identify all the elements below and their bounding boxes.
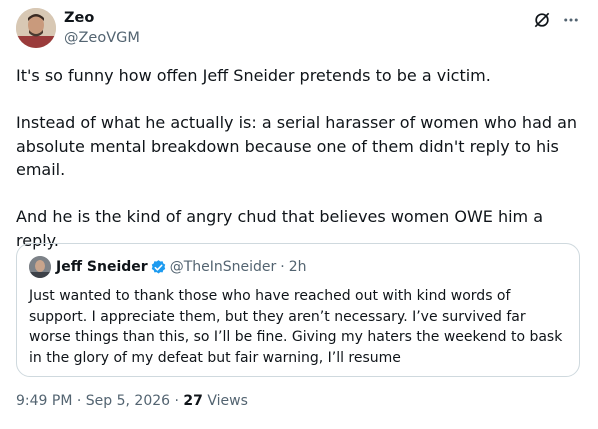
quoted-tweet-text: Just wanted to thank those who have reac… [29, 288, 563, 366]
tweet-text: It's so funny how offen Jeff Sneider pre… [16, 64, 586, 252]
tweet-paragraph: It's so funny how offen Jeff Sneider pre… [16, 66, 491, 85]
quoted-time[interactable]: 2h [289, 259, 307, 275]
dot-separator: · [280, 259, 285, 275]
grok-icon[interactable] [532, 10, 552, 30]
tweet-date[interactable]: Sep 5, 2026 [86, 393, 170, 409]
quoted-author-handle[interactable]: @TheInSneider [170, 259, 277, 275]
more-icon[interactable] [562, 11, 580, 29]
author-handle[interactable]: @ZeoVGM [64, 28, 140, 48]
quoted-author-name[interactable]: Jeff Sneider [56, 259, 148, 275]
views-label: Views [207, 393, 248, 409]
author-avatar[interactable] [16, 8, 56, 48]
tweet-time[interactable]: 9:49 PM [16, 393, 72, 409]
dot-separator: · [174, 393, 179, 409]
verified-badge-icon [151, 259, 165, 274]
views-count: 27 [183, 393, 203, 409]
tweet-footer: 9:49 PM · Sep 5, 2026 · 27 Views [16, 393, 248, 409]
tweet-paragraph: Instead of what he actually is: a serial… [16, 113, 578, 179]
author-display-name[interactable]: Zeo [64, 9, 140, 27]
tweet: Zeo @ZeoVGM It's so funny how offen Jeff… [0, 0, 598, 429]
quoted-tweet-header: Jeff Sneider @TheInSneider · 2h [29, 256, 306, 278]
author-info[interactable]: Zeo @ZeoVGM [64, 9, 140, 48]
tweet-actions-top [532, 10, 580, 30]
dot-separator: · [76, 393, 82, 409]
quoted-tweet[interactable]: Jeff Sneider @TheInSneider · 2h Just wan… [16, 243, 580, 377]
quoted-author-avatar[interactable] [29, 256, 51, 278]
person-avatar-icon [16, 8, 56, 48]
person-avatar-icon [29, 256, 51, 278]
